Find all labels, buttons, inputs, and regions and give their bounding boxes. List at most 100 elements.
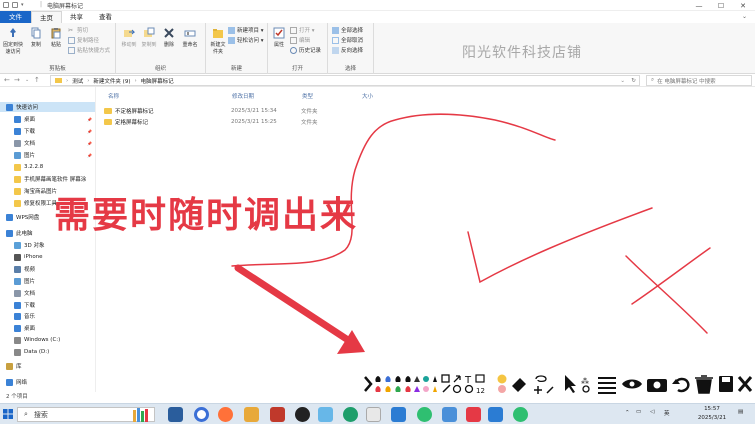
- pin-icon[interactable]: 📌: [87, 141, 92, 146]
- table-row[interactable]: 不定格屏幕标记 2025/3/21 15:34 文件夹: [104, 106, 404, 116]
- close-button[interactable]: ✕: [732, 0, 754, 11]
- cut-button[interactable]: ✂ 剪切: [68, 26, 88, 35]
- sidebar-item[interactable]: 库: [0, 361, 95, 371]
- sidebar-item[interactable]: 网络: [0, 377, 95, 387]
- eraser-icon[interactable]: [512, 378, 526, 392]
- edit-button[interactable]: 编辑: [290, 36, 310, 44]
- move-tool-icon[interactable]: [534, 386, 542, 394]
- delete-button[interactable]: 删除: [162, 27, 176, 48]
- close-toolbar-icon[interactable]: [737, 376, 753, 392]
- sidebar-item[interactable]: 文档 📌: [0, 138, 95, 148]
- sidebar-item[interactable]: 图片: [0, 276, 95, 286]
- breadcrumb-item-current[interactable]: 电脑屏幕标记: [141, 77, 174, 85]
- copy-to-button[interactable]: 复制到: [140, 27, 158, 48]
- invert-selection-button[interactable]: 反向选择: [332, 46, 363, 54]
- sidebar-item[interactable]: 3.2.2.8: [0, 162, 95, 172]
- ribbon-expand-icon[interactable]: ⌄: [742, 13, 747, 20]
- pen-icon[interactable]: [375, 386, 381, 392]
- sidebar-item[interactable]: 下载 📌: [0, 126, 95, 136]
- emoji-icon[interactable]: [497, 374, 507, 384]
- rename-button[interactable]: 重命名: [180, 27, 200, 48]
- network-tray-icon[interactable]: ▭: [636, 409, 641, 415]
- sidebar-item[interactable]: Windows (C:): [0, 335, 95, 345]
- paste-button[interactable]: 粘贴: [48, 27, 64, 48]
- history-button[interactable]: 历史记录: [290, 46, 321, 54]
- pen-icon[interactable]: [405, 386, 411, 392]
- trash-icon[interactable]: [695, 375, 713, 394]
- arrow-tool-icon[interactable]: [453, 375, 461, 383]
- pen-icon[interactable]: [423, 386, 429, 392]
- column-header-size[interactable]: 大小: [362, 92, 373, 100]
- address-dropdown-icon[interactable]: ⌄: [620, 78, 625, 84]
- sidebar-item[interactable]: iPhone: [0, 252, 95, 262]
- sidebar-item[interactable]: Data (D:): [0, 347, 95, 357]
- clock-date[interactable]: 2025/3/21: [693, 415, 731, 421]
- new-item-button[interactable]: 新建项目 ▾: [228, 26, 264, 34]
- column-header-name[interactable]: 名称: [108, 92, 119, 100]
- ellipse-tool-icon[interactable]: [452, 384, 462, 394]
- tab-share[interactable]: 共享: [62, 11, 91, 23]
- maximize-button[interactable]: ☐: [710, 0, 732, 11]
- sidebar-item[interactable]: 手机屏幕画笔软件 屏幕涂: [0, 174, 95, 184]
- pin-icon[interactable]: 📌: [87, 129, 92, 134]
- taskbar-app-icon[interactable]: [391, 407, 406, 422]
- tab-file[interactable]: 文件: [0, 11, 31, 23]
- pen-icon[interactable]: [375, 376, 381, 382]
- pen-icon[interactable]: [433, 386, 437, 392]
- firefox-icon[interactable]: [218, 407, 233, 422]
- mouse-pointer-icon[interactable]: [565, 375, 576, 393]
- tab-view[interactable]: 查看: [91, 11, 120, 23]
- resize-tool-icon[interactable]: [546, 386, 554, 394]
- notification-icon[interactable]: ▤: [738, 409, 743, 415]
- sidebar-item[interactable]: 文档: [0, 288, 95, 298]
- sticker-icon[interactable]: [498, 385, 506, 393]
- copy-path-button[interactable]: 复制路径: [68, 36, 99, 44]
- sidebar-item[interactable]: 3D 对象: [0, 240, 95, 250]
- pen-icon[interactable]: [405, 376, 411, 382]
- breadcrumb[interactable]: › 测试 › 新建文件夹 (9) › 电脑屏幕标记 ⌄ ↻: [50, 75, 640, 86]
- breadcrumb-item-test[interactable]: 测试: [72, 77, 83, 85]
- sidebar-item[interactable]: 视频: [0, 264, 95, 274]
- taskbar-app-icon[interactable]: [488, 407, 503, 422]
- pen-icon[interactable]: [423, 376, 429, 382]
- wechat-icon[interactable]: [513, 407, 528, 422]
- column-header-type[interactable]: 类型: [302, 92, 313, 100]
- refresh-icon[interactable]: ↻: [631, 78, 636, 84]
- copy-button[interactable]: 复制: [28, 27, 44, 48]
- taskbar-app-icon[interactable]: [442, 407, 457, 422]
- books-icon[interactable]: [133, 407, 157, 422]
- pen-color-palette[interactable]: [375, 376, 437, 392]
- up-arrow-icon[interactable]: ↑: [34, 76, 40, 84]
- zoom-tool-icon[interactable]: [582, 385, 590, 393]
- pen-icon[interactable]: [385, 376, 391, 382]
- file-explorer-icon[interactable]: [244, 407, 259, 422]
- media-player-icon[interactable]: [295, 407, 310, 422]
- easy-access-button[interactable]: 轻松访问 ▾: [228, 36, 264, 44]
- sidebar-item[interactable]: 下载: [0, 300, 95, 310]
- new-folder-button[interactable]: 新建文件夹: [208, 27, 228, 55]
- image-tool-icon[interactable]: [475, 374, 485, 383]
- windows-start-icon[interactable]: [3, 409, 13, 419]
- menu-icon[interactable]: [598, 377, 616, 394]
- undo-icon[interactable]: [674, 377, 690, 393]
- select-all-button[interactable]: 全部选择: [332, 26, 363, 34]
- pen-icon[interactable]: [414, 376, 420, 382]
- taskbar-app-icon[interactable]: [270, 407, 285, 422]
- lasso-icon[interactable]: [535, 375, 547, 383]
- pen-icon[interactable]: [385, 386, 391, 392]
- text-tool-icon[interactable]: T: [464, 375, 472, 386]
- tray-chevron-icon[interactable]: ⌃: [625, 410, 630, 416]
- circle-tool-icon[interactable]: [464, 384, 474, 394]
- taskbar-app-icon[interactable]: [168, 407, 183, 422]
- line-tool-icon[interactable]: [442, 384, 451, 393]
- select-none-button[interactable]: 全部取消: [332, 36, 363, 44]
- photos-icon[interactable]: [318, 407, 333, 422]
- pin-quick-access-button[interactable]: 固定到快速访问: [2, 27, 24, 55]
- search-input[interactable]: ⌕ 在 电脑屏幕标记 中搜索: [646, 75, 752, 86]
- pin-icon[interactable]: 📌: [87, 153, 92, 158]
- pen-icon[interactable]: [395, 386, 401, 392]
- back-arrow-icon[interactable]: ←: [4, 76, 10, 84]
- pen-icon[interactable]: [414, 386, 420, 392]
- pen-icon[interactable]: [433, 376, 437, 382]
- taskbar-app-icon[interactable]: [417, 407, 432, 422]
